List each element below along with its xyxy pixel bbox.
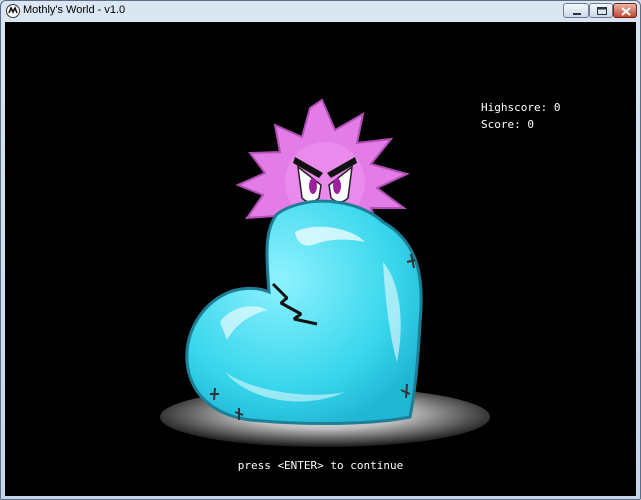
app-icon	[6, 4, 20, 18]
minimize-icon	[573, 13, 581, 15]
cracked-heart	[185, 199, 423, 426]
score-value: 0	[527, 118, 534, 131]
highscore-value: 0	[553, 101, 561, 114]
title-bar[interactable]: Mothly's World - v1.0	[1, 1, 640, 22]
close-button[interactable]	[613, 3, 637, 18]
close-icon	[621, 7, 631, 16]
window-title: Mothly's World - v1.0	[23, 4, 126, 16]
score-label: Score:	[481, 118, 521, 131]
minimize-button[interactable]	[563, 3, 589, 18]
maximize-icon	[597, 7, 607, 15]
score-readout: Score: 0	[481, 118, 534, 131]
continue-prompt: press <ENTER> to continue	[237, 459, 404, 472]
highscore-label: Highscore:	[481, 101, 548, 114]
game-canvas[interactable]: Highscore: 0 Score: 0 press <ENTER> to c…	[5, 22, 636, 496]
app-window: Mothly's World - v1.0 Highscore: 0 Score…	[0, 0, 641, 500]
maximize-button[interactable]	[589, 3, 613, 18]
highscore-readout: Highscore: 0	[481, 101, 560, 114]
